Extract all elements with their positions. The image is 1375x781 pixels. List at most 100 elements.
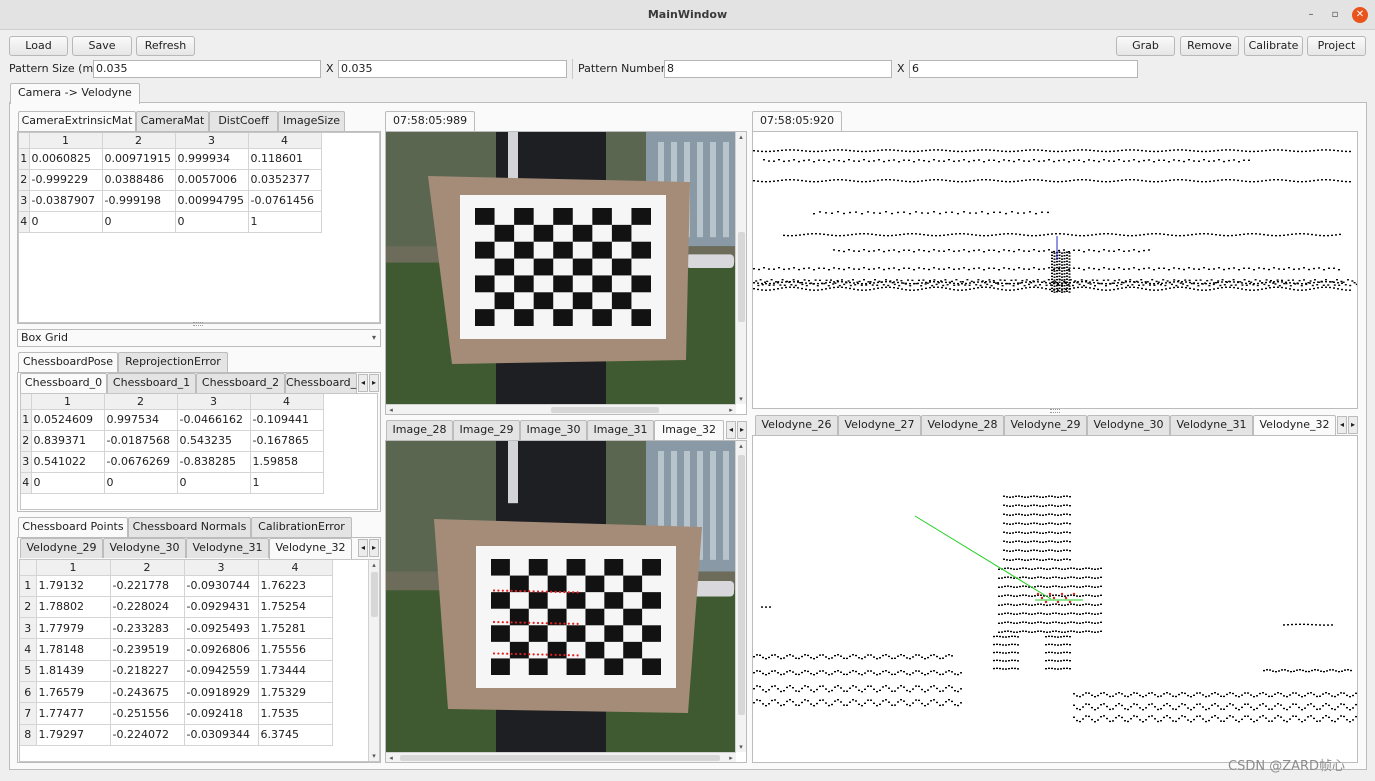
table-cell[interactable]: 0.0352377	[248, 169, 322, 191]
column-header[interactable]: 2	[102, 133, 176, 149]
column-header[interactable]: 4	[258, 560, 333, 576]
scroll-up-icon[interactable]: ▴	[736, 441, 746, 451]
table-cell[interactable]: 0	[175, 211, 249, 233]
tab-scroll-right-icon[interactable]: ▸	[737, 421, 747, 439]
tab-scroll-left-icon[interactable]: ◂	[358, 539, 368, 557]
refresh-button[interactable]: Refresh	[136, 36, 195, 56]
scroll-left-icon[interactable]: ◂	[386, 753, 396, 763]
table-cell[interactable]: -0.0930744	[184, 575, 259, 597]
table-cell[interactable]: -0.224072	[110, 724, 185, 746]
table-cell[interactable]: -0.999198	[102, 190, 176, 212]
row-header[interactable]: 2	[21, 430, 32, 452]
table-cell[interactable]: -0.0761456	[248, 190, 322, 212]
table-cell[interactable]: 1.79132	[36, 575, 111, 597]
tab-velodyne-right-6[interactable]: Velodyne_31	[1170, 415, 1253, 435]
tab-chessboard-2[interactable]: Chessboard_1	[107, 373, 196, 393]
column-header[interactable]: 1	[36, 560, 111, 576]
points-vertical-scrollbar[interactable]: ▴ ▾	[368, 560, 379, 761]
table-cell[interactable]: 1.76579	[36, 681, 111, 704]
tab-velodyne-right-2[interactable]: Velodyne_27	[838, 415, 921, 435]
tab-points-3[interactable]: CalibrationError	[251, 517, 352, 537]
tab-matrix-3[interactable]: DistCoeff	[209, 111, 278, 131]
column-header[interactable]: 3	[175, 133, 249, 149]
splitter-handle[interactable]	[193, 322, 203, 326]
table-cell[interactable]: -0.0925493	[184, 617, 259, 640]
table-cell[interactable]: 1.75556	[258, 638, 333, 661]
table-cell[interactable]: 1.76223	[258, 575, 333, 597]
table-cell[interactable]: 0.541022	[31, 451, 105, 473]
tab-image-2[interactable]: Image_29	[453, 420, 520, 440]
tab-image-3[interactable]: Image_30	[520, 420, 587, 440]
tab-velodyne-left-1[interactable]: Velodyne_29	[20, 538, 103, 558]
scroll-down-icon[interactable]: ▾	[736, 742, 746, 752]
table-cell[interactable]: -0.0918929	[184, 681, 259, 704]
pattern-size-width-field[interactable]: 0.035	[93, 60, 321, 78]
tab-velodyne-right-4[interactable]: Velodyne_29	[1004, 415, 1087, 435]
table-cell[interactable]: -0.0926806	[184, 638, 259, 661]
table-cell[interactable]: -0.228024	[110, 596, 185, 619]
tab-chessboard-1[interactable]: Chessboard_0	[20, 373, 107, 394]
table-cell[interactable]: 0.839371	[31, 430, 105, 452]
scroll-up-icon[interactable]: ▴	[369, 560, 379, 570]
save-button[interactable]: Save	[72, 36, 132, 56]
tab-velodyne-left-2[interactable]: Velodyne_30	[103, 538, 186, 558]
tab-chessboard-3[interactable]: Chessboard_2	[196, 373, 285, 393]
row-header[interactable]: 8	[20, 724, 37, 746]
scroll-thumb[interactable]	[551, 407, 659, 413]
row-header[interactable]: 2	[20, 596, 37, 619]
project-button[interactable]: Project	[1307, 36, 1366, 56]
table-cell[interactable]: -0.0387907	[29, 190, 103, 212]
tab-pose-2[interactable]: ReprojectionError	[118, 352, 228, 372]
splitter-handle[interactable]	[1050, 409, 1060, 413]
image-timestamp-tab[interactable]: 07:58:05:989	[385, 111, 476, 132]
table-cell[interactable]: 0.0388486	[102, 169, 176, 191]
table-cell[interactable]: -0.838285	[177, 451, 251, 473]
tab-points-1[interactable]: Chessboard Points	[18, 517, 128, 538]
table-cell[interactable]: 0	[177, 472, 251, 494]
tab-matrix-1[interactable]: CameraExtrinsicMat	[18, 111, 136, 132]
row-header[interactable]: 1	[20, 575, 37, 597]
row-header[interactable]: 1	[21, 409, 32, 431]
table-cell[interactable]: 1.81439	[36, 660, 111, 682]
tab-matrix-2[interactable]: CameraMat	[136, 111, 209, 131]
table-cell[interactable]: -0.0676269	[104, 451, 178, 473]
table-cell[interactable]: -0.999229	[29, 169, 103, 191]
pattern-size-height-field[interactable]: 0.035	[338, 60, 567, 78]
image-vertical-scrollbar[interactable]: ▴ ▾	[735, 441, 746, 752]
table-cell[interactable]: 0.00971915	[102, 148, 176, 170]
table-cell[interactable]: 6.3745	[258, 724, 333, 746]
tab-velodyne-left-4[interactable]: Velodyne_32	[269, 538, 352, 559]
tab-image-1[interactable]: Image_28	[386, 420, 453, 440]
table-cell[interactable]: -0.239519	[110, 638, 185, 661]
row-header[interactable]: 3	[21, 451, 32, 473]
tab-velodyne-right-5[interactable]: Velodyne_30	[1087, 415, 1170, 435]
tab-scroll-right-icon[interactable]: ▸	[369, 374, 379, 392]
tab-image-4[interactable]: Image_31	[587, 420, 654, 440]
tab-points-2[interactable]: Chessboard Normals	[128, 517, 251, 537]
table-cell[interactable]: -0.233283	[110, 617, 185, 640]
scroll-down-icon[interactable]: ▾	[369, 751, 379, 761]
table-cell[interactable]: 1.78148	[36, 638, 111, 661]
tab-velodyne-right-3[interactable]: Velodyne_28	[921, 415, 1004, 435]
scroll-down-icon[interactable]: ▾	[736, 394, 746, 404]
row-header[interactable]: 2	[19, 169, 30, 191]
close-icon[interactable]: ✕	[1352, 7, 1368, 23]
load-button[interactable]: Load	[9, 36, 68, 56]
tab-camera-velodyne[interactable]: Camera -> Velodyne	[10, 83, 140, 104]
scroll-up-icon[interactable]: ▴	[736, 132, 746, 142]
tab-scroll-left-icon[interactable]: ◂	[358, 374, 368, 392]
table-cell[interactable]: -0.109441	[250, 409, 324, 431]
column-header[interactable]: 3	[177, 394, 251, 410]
column-header[interactable]: 2	[104, 394, 178, 410]
table-cell[interactable]: 0	[31, 472, 105, 494]
table-cell[interactable]: 0.999934	[175, 148, 249, 170]
table-cell[interactable]: -0.218227	[110, 660, 185, 682]
tab-pose-1[interactable]: ChessboardPose	[18, 352, 118, 373]
column-header[interactable]: 3	[184, 560, 259, 576]
scroll-thumb[interactable]	[400, 755, 720, 761]
column-header[interactable]: 2	[110, 560, 185, 576]
tab-scroll-right-icon[interactable]: ▸	[369, 539, 379, 557]
table-cell[interactable]: 0.0524609	[31, 409, 105, 431]
tab-matrix-4[interactable]: ImageSize	[278, 111, 345, 131]
table-cell[interactable]: 1.79297	[36, 724, 111, 746]
